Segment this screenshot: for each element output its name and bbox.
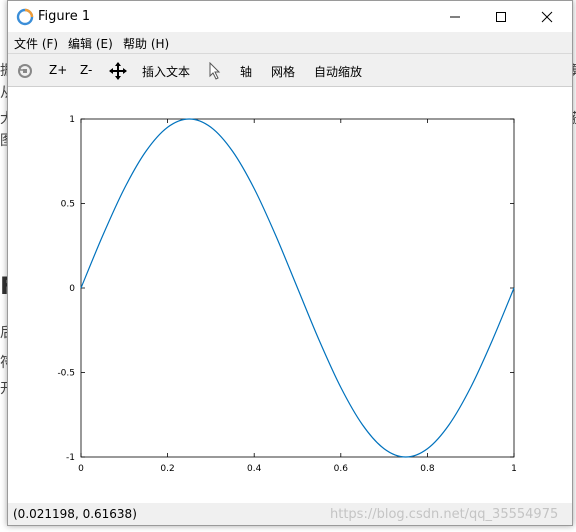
cursor-coordinates: (0.021198, 0.61638) bbox=[13, 507, 137, 521]
x-tick-label: 0.8 bbox=[420, 464, 435, 474]
watermark-text: https://blog.csdn.net/qq_35554975 bbox=[330, 507, 559, 522]
y-tick-label: 0 bbox=[69, 284, 75, 294]
close-icon bbox=[541, 11, 553, 22]
y-tick-label: -1 bbox=[66, 453, 75, 463]
minimize-icon bbox=[450, 16, 460, 17]
maximize-icon bbox=[496, 11, 506, 22]
zoom-in-button[interactable]: Z+ bbox=[49, 63, 67, 77]
x-tick-label: 0 bbox=[78, 464, 84, 474]
window-title: Figure 1 bbox=[38, 9, 91, 24]
toolbar: Z+ Z- 插入文本 轴 网格 自动缩放 bbox=[8, 53, 572, 87]
x-tick-label: 0.6 bbox=[334, 464, 349, 474]
series-line bbox=[80, 118, 515, 458]
axes-button[interactable]: 轴 bbox=[240, 63, 252, 80]
close-button[interactable] bbox=[524, 1, 570, 32]
x-tick-label: 1 bbox=[511, 464, 517, 474]
octave-app-icon bbox=[16, 8, 34, 26]
x-tick-label: 0.2 bbox=[160, 464, 174, 474]
menu-edit[interactable]: 编辑 (E) bbox=[68, 35, 113, 52]
status-bar: (0.021198, 0.61638) https://blog.csdn.ne… bbox=[8, 503, 572, 525]
menu-file[interactable]: 文件 (F) bbox=[14, 35, 58, 52]
zoom-out-button[interactable]: Z- bbox=[80, 63, 92, 77]
x-tick-label: 0.4 bbox=[247, 464, 262, 474]
figure-window: Figure 1 文件 (F) 编辑 (E) 帮助 (H) Z+ Z- 插入文本… bbox=[7, 0, 573, 526]
minimize-button[interactable] bbox=[432, 1, 478, 32]
y-tick-label: 0.5 bbox=[61, 200, 75, 210]
line-chart: 0 0.2 0.4 0.6 0.8 1 -1 -0.5 0 0.5 1 bbox=[57, 115, 517, 474]
maximize-button[interactable] bbox=[478, 1, 524, 32]
title-bar[interactable]: Figure 1 bbox=[8, 1, 572, 32]
autoscale-button[interactable]: 自动缩放 bbox=[314, 63, 362, 80]
menu-help[interactable]: 帮助 (H) bbox=[123, 35, 169, 52]
menu-bar: 文件 (F) 编辑 (E) 帮助 (H) bbox=[8, 32, 572, 53]
y-tick-label: 1 bbox=[69, 115, 75, 125]
y-tick-label: -0.5 bbox=[57, 369, 75, 379]
plot-canvas[interactable]: 0 0.2 0.4 0.6 0.8 1 -1 -0.5 0 0.5 1 bbox=[8, 87, 572, 503]
pan-icon[interactable] bbox=[109, 62, 127, 80]
grid-button[interactable]: 网格 bbox=[271, 63, 295, 80]
rotate-icon[interactable] bbox=[16, 62, 34, 80]
insert-text-button[interactable]: 插入文本 bbox=[142, 63, 190, 80]
select-pointer-icon[interactable] bbox=[208, 62, 222, 80]
